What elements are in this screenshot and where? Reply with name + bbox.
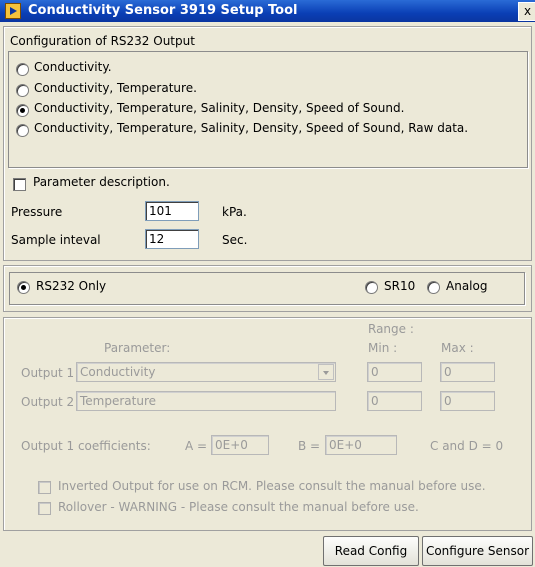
output-2-parameter-field[interactable]: Temperature [76, 391, 336, 411]
rs232-only-label: RS232 Only [36, 279, 107, 293]
rollover-label: Rollover - WARNING - Please consult the … [58, 500, 419, 514]
chevron-down-icon[interactable] [318, 364, 334, 380]
sample-interval-input[interactable]: 12 [145, 229, 199, 249]
radio-option-4[interactable] [16, 124, 29, 137]
coefficients-label: Output 1 coefficients: [21, 439, 151, 453]
output-1-parameter-select[interactable]: Conductivity [76, 362, 336, 382]
radio-option-3[interactable] [16, 104, 29, 117]
option-2-label: Conductivity, Temperature. [34, 81, 197, 95]
inverted-output-checkbox[interactable] [38, 481, 51, 494]
output-2-max-input[interactable]: 0 [440, 391, 495, 411]
sample-interval-label: Sample inteval [11, 233, 101, 247]
output-1-parameter-value: Conductivity [80, 365, 156, 379]
min-header: Min : [368, 341, 398, 355]
analog-label: Analog [446, 279, 488, 293]
option-1-label: Conductivity. [34, 60, 112, 74]
range-label: Range : [368, 322, 414, 336]
output-1-min-input[interactable]: 0 [367, 362, 422, 382]
parameter-description-label: Parameter description. [33, 175, 170, 189]
coefficient-b-label: B = [298, 439, 321, 453]
radio-rs232-only[interactable] [17, 281, 30, 294]
option-3-label: Conductivity, Temperature, Salinity, Den… [34, 101, 405, 115]
pressure-input[interactable]: 101 [145, 201, 199, 221]
parameter-description-checkbox[interactable] [13, 178, 26, 191]
labview-run-icon [5, 3, 21, 19]
pressure-label: Pressure [11, 205, 63, 219]
coefficient-b-input[interactable]: 0E+0 [325, 435, 397, 455]
max-header: Max : [441, 341, 474, 355]
rollover-checkbox[interactable] [38, 502, 51, 515]
pressure-unit: kPa. [222, 205, 247, 219]
parameter-header: Parameter: [104, 341, 171, 355]
close-button[interactable]: x [518, 2, 535, 21]
sr10-label: SR10 [384, 279, 416, 293]
output-2-label: Output 2 [21, 395, 75, 409]
rs232-config-heading: Configuration of RS232 Output [10, 34, 195, 48]
output-1-label: Output 1 [21, 366, 75, 380]
option-4-label: Conductivity, Temperature, Salinity, Den… [34, 121, 469, 135]
coefficient-a-label: A = [185, 439, 208, 453]
inverted-output-label: Inverted Output for use on RCM. Please c… [58, 479, 486, 493]
radio-sr10[interactable] [365, 281, 378, 294]
configure-sensor-button[interactable]: Configure Sensor [422, 536, 533, 566]
window-title: Conductivity Sensor 3919 Setup Tool [28, 3, 298, 18]
title-bar: Conductivity Sensor 3919 Setup Tool x [0, 0, 535, 22]
radio-analog[interactable] [427, 281, 440, 294]
read-config-button[interactable]: Read Config [323, 536, 419, 566]
sample-interval-unit: Sec. [222, 233, 248, 247]
coefficient-a-input[interactable]: 0E+0 [211, 435, 269, 455]
coefficient-cd-label: C and D = 0 [430, 439, 504, 453]
output-2-min-input[interactable]: 0 [367, 391, 422, 411]
radio-option-1[interactable] [16, 63, 29, 76]
output-1-max-input[interactable]: 0 [440, 362, 495, 382]
radio-option-2[interactable] [16, 84, 29, 97]
